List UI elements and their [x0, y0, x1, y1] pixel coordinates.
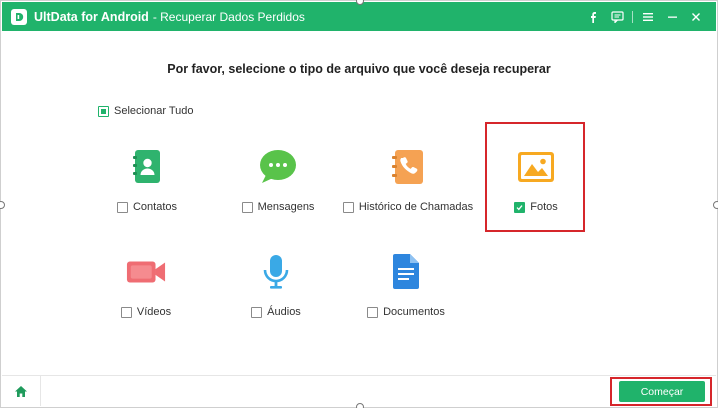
select-all-label: Selecionar Tudo: [114, 105, 194, 117]
resize-handle-left[interactable]: [0, 201, 5, 209]
audios-icon: [256, 252, 296, 292]
home-button[interactable]: [2, 376, 41, 406]
titlebar-separator: [632, 10, 633, 23]
app-window: UltData for Android - Recuperar Dados Pe…: [0, 0, 718, 408]
start-button[interactable]: Começar: [619, 381, 705, 402]
menu-icon[interactable]: [636, 2, 660, 31]
file-type-messages[interactable]: Mensagens: [241, 147, 315, 213]
feedback-icon[interactable]: [605, 2, 629, 31]
file-type-documents[interactable]: Documentos: [366, 252, 446, 318]
bottom-bar: Começar: [2, 375, 716, 406]
home-icon: [15, 385, 27, 397]
close-icon[interactable]: [684, 2, 708, 31]
app-logo-icon: [11, 8, 27, 25]
select-all-check-box[interactable]: [98, 105, 109, 117]
resize-handle-bottom[interactable]: [356, 403, 364, 408]
contacts-label: Contatos: [132, 201, 178, 213]
call-history-checkbox[interactable]: [342, 201, 354, 213]
call-history-label: Histórico de Chamadas: [358, 201, 474, 213]
videos-icon: [126, 252, 166, 292]
contacts-icon: [127, 147, 167, 187]
videos-label: Vídeos: [136, 306, 172, 318]
file-type-contacts[interactable]: Contatos: [113, 147, 181, 213]
messages-icon: [258, 147, 298, 187]
page-heading: Por favor, selecione o tipo de arquivo q…: [167, 62, 551, 76]
documents-label: Documentos: [383, 306, 445, 318]
messages-label: Mensagens: [257, 201, 315, 213]
audios-checkbox[interactable]: [251, 306, 263, 318]
titlebar-controls: [581, 2, 708, 31]
documents-checkbox[interactable]: [367, 306, 379, 318]
title-bar: UltData for Android - Recuperar Dados Pe…: [2, 2, 716, 31]
messages-checkbox[interactable]: [241, 201, 253, 213]
select-all-checkbox[interactable]: Selecionar Tudo: [98, 105, 194, 117]
documents-icon: [386, 252, 426, 292]
photos-highlight-box: [485, 122, 585, 232]
call-history-icon: [388, 147, 428, 187]
resize-handle-right[interactable]: [713, 201, 718, 209]
videos-checkbox[interactable]: [120, 306, 132, 318]
facebook-icon[interactable]: [581, 2, 605, 31]
file-type-audios[interactable]: Áudios: [241, 252, 311, 318]
audios-label: Áudios: [267, 306, 301, 318]
file-type-call-history[interactable]: Histórico de Chamadas: [342, 147, 474, 213]
app-name: UltData for Android: [34, 9, 149, 24]
app-subtitle: - Recuperar Dados Perdidos: [152, 9, 305, 24]
file-type-videos[interactable]: Vídeos: [111, 252, 181, 318]
minimize-icon[interactable]: [660, 2, 684, 31]
contacts-checkbox[interactable]: [116, 201, 128, 213]
